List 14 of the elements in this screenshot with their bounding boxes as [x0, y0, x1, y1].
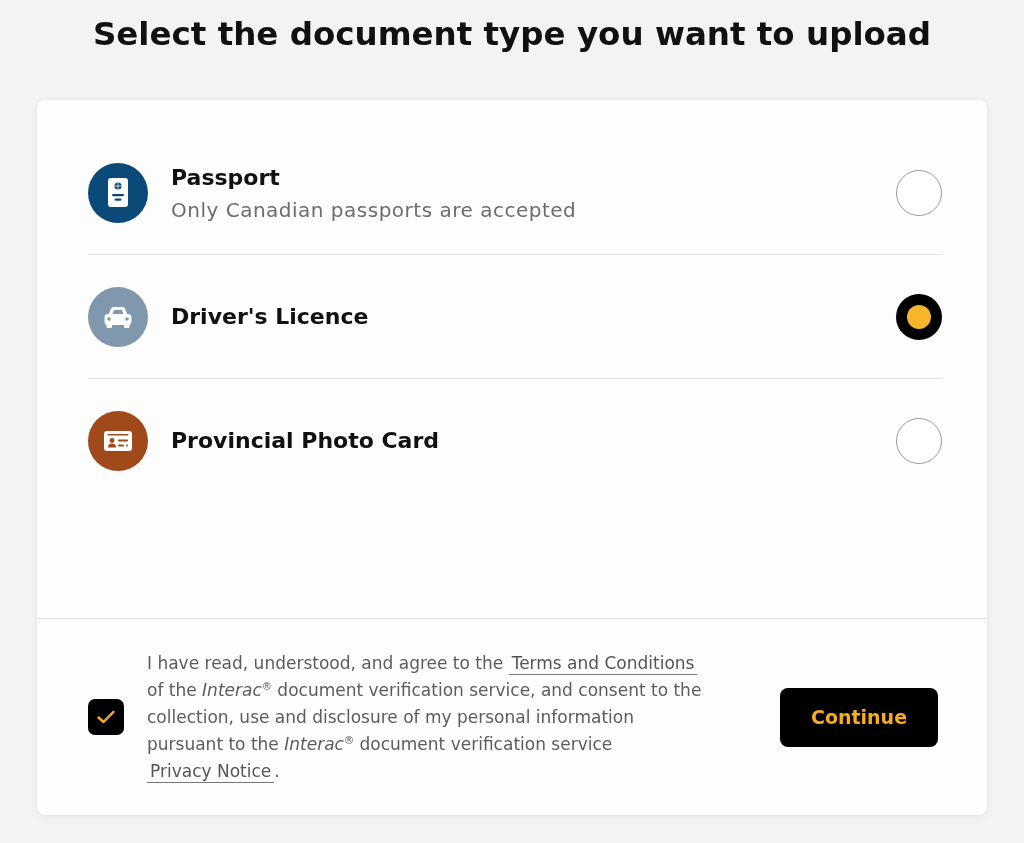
check-icon: [97, 710, 115, 724]
radio-button[interactable]: [896, 169, 942, 216]
checkbox[interactable]: [88, 699, 124, 735]
option-title: Passport: [171, 163, 281, 192]
continue-button[interactable]: Continue: [780, 687, 938, 747]
text-link[interactable]: Privacy Notice: [147, 760, 275, 783]
radio-button[interactable]: [896, 418, 942, 464]
option-subtitle: Only Canadian passports are accepted: [171, 197, 578, 222]
consent-text: I have read, understood, and agree to the Terms and Conditions of the Interac$^{®}$ document verification service, and consent to the collection, use and disclosure of my personal information pursuant to the Interac$^{®}$ document verification service Privacy Notice .: [147, 651, 703, 785]
text-link[interactable]: Terms and Conditions: [508, 652, 698, 675]
option-title: Provincial Photo Card: [171, 427, 441, 455]
option-title: Driver's Licence: [171, 302, 370, 331]
radio-button[interactable]: [896, 293, 942, 340]
page-title: Select the document type you want to upload: [92, 14, 932, 55]
